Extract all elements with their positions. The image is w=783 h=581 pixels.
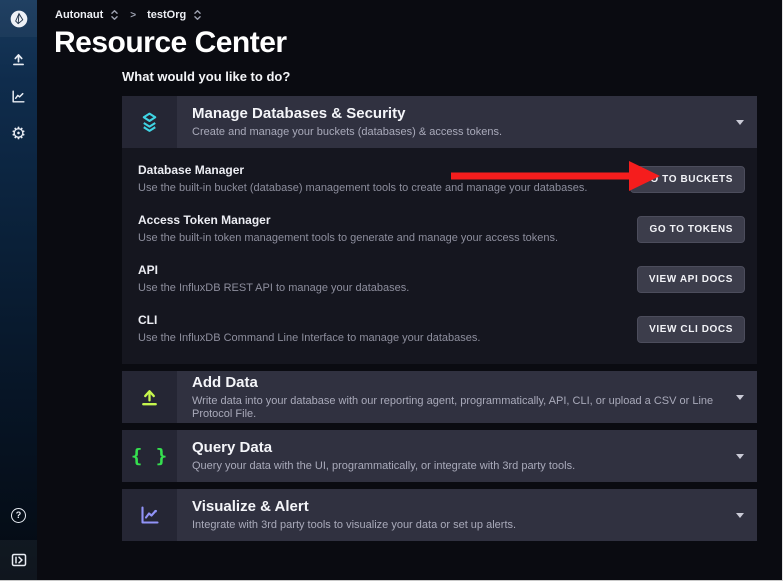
panel-header-add-data[interactable]: Add Data Write data into your database w… (122, 371, 757, 423)
resource-description: Use the InfluxDB REST API to manage your… (138, 282, 623, 295)
panel-add-data: Add Data Write data into your database w… (122, 371, 757, 423)
go-to-buckets-button[interactable]: GO TO BUCKETS (630, 166, 745, 193)
sidebar: ⚙ ? (0, 0, 37, 580)
panel-header-visualize-alert[interactable]: Visualize & Alert Integrate with 3rd par… (122, 489, 757, 541)
panel-header-text: Query Data Query your data with the UI, … (177, 430, 736, 482)
sidebar-item-settings[interactable]: ⚙ (6, 120, 32, 146)
panel-description: Query your data with the UI, programmati… (192, 460, 736, 473)
layers-icon (137, 110, 162, 135)
app-window: ⚙ ? Autonaut > (0, 0, 783, 581)
resource-item-api: API Use the InfluxDB REST API to manage … (122, 254, 757, 304)
resource-description: Use the built-in token management tools … (138, 232, 623, 245)
resource-text: Database Manager Use the built-in bucket… (138, 163, 630, 195)
panel-header-text: Visualize & Alert Integrate with 3rd par… (177, 489, 736, 541)
page-title: Resource Center (54, 26, 782, 60)
resource-title: CLI (138, 313, 623, 328)
view-cli-docs-button[interactable]: VIEW CLI DOCS (637, 316, 745, 343)
resource-item-access-token-manager: Access Token Manager Use the built-in to… (122, 204, 757, 254)
chevron-down-icon (736, 454, 744, 459)
influxdb-logo-icon (9, 9, 29, 29)
chevron-down-icon (736, 120, 744, 125)
resource-text: Access Token Manager Use the built-in to… (138, 213, 637, 245)
resource-title: Database Manager (138, 163, 616, 178)
panel-description: Write data into your database with our r… (192, 395, 736, 421)
panel-toggle[interactable] (736, 430, 757, 482)
resource-panels: Manage Databases & Security Create and m… (122, 96, 757, 541)
sidebar-item-data-explorer[interactable] (6, 83, 32, 109)
panel-description: Create and manage your buckets (database… (192, 126, 736, 139)
resource-description: Use the InfluxDB Command Line Interface … (138, 332, 623, 345)
panel-header-text: Manage Databases & Security Create and m… (177, 96, 736, 148)
panel-visualize-alert: Visualize & Alert Integrate with 3rd par… (122, 489, 757, 541)
breadcrumb-org[interactable]: testOrg (147, 9, 186, 21)
updown-caret-icon (110, 9, 119, 21)
sidebar-bottom: ? (0, 502, 37, 580)
panel-toggle[interactable] (736, 96, 757, 148)
icon-cell (122, 371, 177, 423)
sidebar-item-version-info[interactable] (0, 540, 37, 580)
gear-icon: ⚙ (11, 125, 26, 142)
line-chart-icon (138, 503, 162, 527)
breadcrumb-account[interactable]: Autonaut (55, 9, 103, 21)
panel-title: Add Data (192, 374, 736, 392)
resource-title: Access Token Manager (138, 213, 623, 228)
panel-header-text: Add Data Write data into your database w… (177, 371, 736, 423)
resource-item-cli: CLI Use the InfluxDB Command Line Interf… (122, 304, 757, 354)
panel-header-query-data[interactable]: { } Query Data Query your data with the … (122, 430, 757, 482)
chevron-down-icon (736, 513, 744, 518)
line-chart-icon (10, 88, 27, 105)
question-mark-icon: ? (11, 508, 26, 523)
panel-query-data: { } Query Data Query your data with the … (122, 430, 757, 482)
updown-caret-icon (193, 9, 202, 21)
panel-header-manage-databases[interactable]: Manage Databases & Security Create and m… (122, 96, 757, 148)
panel-title: Manage Databases & Security (192, 105, 736, 123)
panel-manage-databases: Manage Databases & Security Create and m… (122, 96, 757, 364)
terminal-icon (11, 552, 27, 568)
breadcrumb-separator: > (130, 10, 136, 21)
icon-cell: { } (122, 430, 177, 482)
panel-toggle[interactable] (736, 489, 757, 541)
main-content: Autonaut > testOrg Resource Center What … (37, 0, 782, 580)
icon-cell (122, 96, 177, 148)
panel-toggle[interactable] (736, 371, 757, 423)
resource-title: API (138, 263, 623, 278)
upload-icon (10, 51, 27, 68)
panel-body-manage-databases: Database Manager Use the built-in bucket… (122, 148, 757, 364)
resource-text: CLI Use the InfluxDB Command Line Interf… (138, 313, 637, 345)
upload-icon (138, 386, 161, 409)
view-api-docs-button[interactable]: VIEW API DOCS (637, 266, 745, 293)
resource-text: API Use the InfluxDB REST API to manage … (138, 263, 637, 295)
resource-description: Use the built-in bucket (database) manag… (138, 182, 616, 195)
sidebar-item-help[interactable]: ? (6, 502, 32, 528)
influxdb-logo[interactable] (0, 0, 37, 37)
icon-cell (122, 489, 177, 541)
panel-title: Query Data (192, 439, 736, 457)
resource-item-database-manager: Database Manager Use the built-in bucket… (122, 154, 757, 204)
panel-title: Visualize & Alert (192, 498, 736, 516)
account-switcher[interactable] (110, 9, 119, 21)
org-switcher[interactable] (193, 9, 202, 21)
braces-icon: { } (131, 445, 168, 467)
sidebar-item-load-data[interactable] (6, 46, 32, 72)
sidebar-nav: ⚙ (6, 46, 32, 146)
chevron-down-icon (736, 395, 744, 400)
go-to-tokens-button[interactable]: GO TO TOKENS (637, 216, 745, 243)
breadcrumb: Autonaut > testOrg (37, 0, 782, 21)
page-prompt: What would you like to do? (122, 69, 782, 84)
panel-description: Integrate with 3rd party tools to visual… (192, 519, 736, 532)
